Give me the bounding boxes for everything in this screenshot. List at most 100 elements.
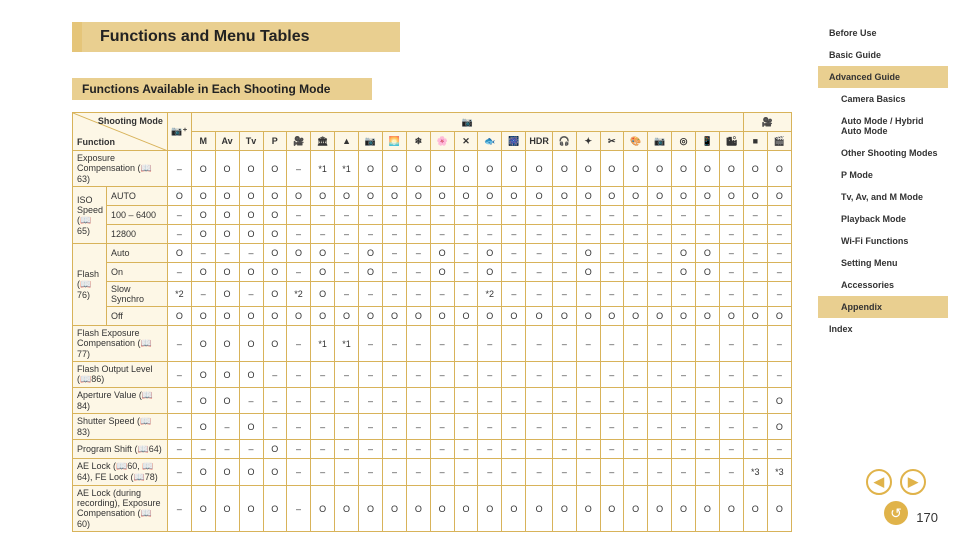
- sidebar-item[interactable]: Camera Basics: [818, 88, 948, 110]
- cell: O: [454, 307, 478, 326]
- cell: –: [648, 225, 672, 244]
- cell: –: [576, 282, 600, 307]
- sidebar-item[interactable]: Accessories: [818, 274, 948, 296]
- cell: O: [239, 151, 263, 187]
- cell: –: [383, 282, 407, 307]
- column-header: 🎨: [624, 132, 648, 151]
- cell: O: [287, 307, 311, 326]
- cell: –: [576, 440, 600, 459]
- cell: –: [335, 244, 359, 263]
- cell: –: [478, 326, 502, 362]
- cell: –: [552, 225, 576, 244]
- sidebar-item[interactable]: Advanced Guide: [818, 66, 948, 88]
- cell: –: [287, 388, 311, 414]
- page-nav: ◀ ▶: [866, 469, 926, 495]
- cell: –: [191, 440, 215, 459]
- cell: –: [743, 388, 767, 414]
- column-header: HDR: [526, 132, 553, 151]
- cell: –: [672, 440, 696, 459]
- sidebar-item[interactable]: Appendix: [818, 296, 948, 318]
- cell: –: [167, 440, 191, 459]
- cell: –: [526, 459, 553, 486]
- cell: O: [672, 263, 696, 282]
- cell: O: [454, 187, 478, 206]
- cell: O: [743, 151, 767, 187]
- cell: –: [576, 414, 600, 440]
- cell: –: [430, 326, 454, 362]
- cell: –: [167, 326, 191, 362]
- cell: O: [719, 187, 743, 206]
- cell: –: [648, 459, 672, 486]
- sidebar-item[interactable]: P Mode: [818, 164, 948, 186]
- cell: O: [239, 414, 263, 440]
- sidebar-item[interactable]: Auto Mode / Hybrid Auto Mode: [818, 110, 948, 142]
- table-row: Slow Synchro*2–O–O*2O––––––*2–––––––––––…: [73, 282, 792, 307]
- cell: –: [719, 388, 743, 414]
- table-row: 100 – 6400–OOOO–––––––––––––––––––––: [73, 206, 792, 225]
- sidebar-item[interactable]: Other Shooting Modes: [818, 142, 948, 164]
- sidebar-item[interactable]: Wi-Fi Functions: [818, 230, 948, 252]
- cell: O: [478, 486, 502, 532]
- cell: –: [526, 362, 553, 388]
- cell: –: [600, 225, 624, 244]
- column-header: 🌅: [383, 132, 407, 151]
- cell: –: [478, 362, 502, 388]
- cell: –: [454, 225, 478, 244]
- cell: O: [695, 486, 719, 532]
- sidebar-item[interactable]: Playback Mode: [818, 208, 948, 230]
- cell: O: [263, 263, 287, 282]
- cell: –: [767, 362, 791, 388]
- cell: –: [526, 326, 553, 362]
- cell: –: [478, 440, 502, 459]
- return-button[interactable]: ↺: [884, 501, 908, 525]
- cell: –: [383, 440, 407, 459]
- cell: O: [624, 307, 648, 326]
- cell: –: [167, 225, 191, 244]
- cell: O: [767, 151, 791, 187]
- cell: –: [454, 326, 478, 362]
- sidebar-item[interactable]: Index: [818, 318, 948, 340]
- cell: –: [335, 459, 359, 486]
- cell: O: [215, 388, 239, 414]
- cell: –: [430, 440, 454, 459]
- cell: O: [263, 244, 287, 263]
- cell: O: [454, 151, 478, 187]
- cell: O: [526, 486, 553, 532]
- next-page-button[interactable]: ▶: [900, 469, 926, 495]
- cell: O: [430, 151, 454, 187]
- cell: O: [383, 307, 407, 326]
- column-header: Av: [215, 132, 239, 151]
- sidebar-item[interactable]: Setting Menu: [818, 252, 948, 274]
- cell: –: [167, 459, 191, 486]
- cell: *1: [311, 326, 335, 362]
- cell: *2: [167, 282, 191, 307]
- cell: O: [648, 307, 672, 326]
- cell: O: [576, 307, 600, 326]
- cell: –: [743, 244, 767, 263]
- cell: –: [672, 388, 696, 414]
- cell: –: [407, 440, 431, 459]
- cell: O: [407, 486, 431, 532]
- sidebar-item[interactable]: Basic Guide: [818, 44, 948, 66]
- sidebar-item[interactable]: Tv, Av, and M Mode: [818, 186, 948, 208]
- sidebar-item[interactable]: Before Use: [818, 22, 948, 44]
- cell: O: [695, 151, 719, 187]
- cell: –: [215, 414, 239, 440]
- cell: O: [430, 486, 454, 532]
- cell: O: [287, 244, 311, 263]
- cell: –: [407, 206, 431, 225]
- cell: –: [287, 326, 311, 362]
- cell: –: [552, 362, 576, 388]
- cell: –: [648, 263, 672, 282]
- cell: *1: [311, 151, 335, 187]
- column-header: 📷: [648, 132, 672, 151]
- cell: O: [358, 307, 382, 326]
- cell: O: [358, 263, 382, 282]
- table-row: Flash Output Level (📖86)–OOO––––––––––––…: [73, 362, 792, 388]
- cell: –: [624, 440, 648, 459]
- cell: –: [695, 388, 719, 414]
- cell: O: [576, 263, 600, 282]
- cell: –: [454, 440, 478, 459]
- prev-page-button[interactable]: ◀: [866, 469, 892, 495]
- cell: –: [358, 282, 382, 307]
